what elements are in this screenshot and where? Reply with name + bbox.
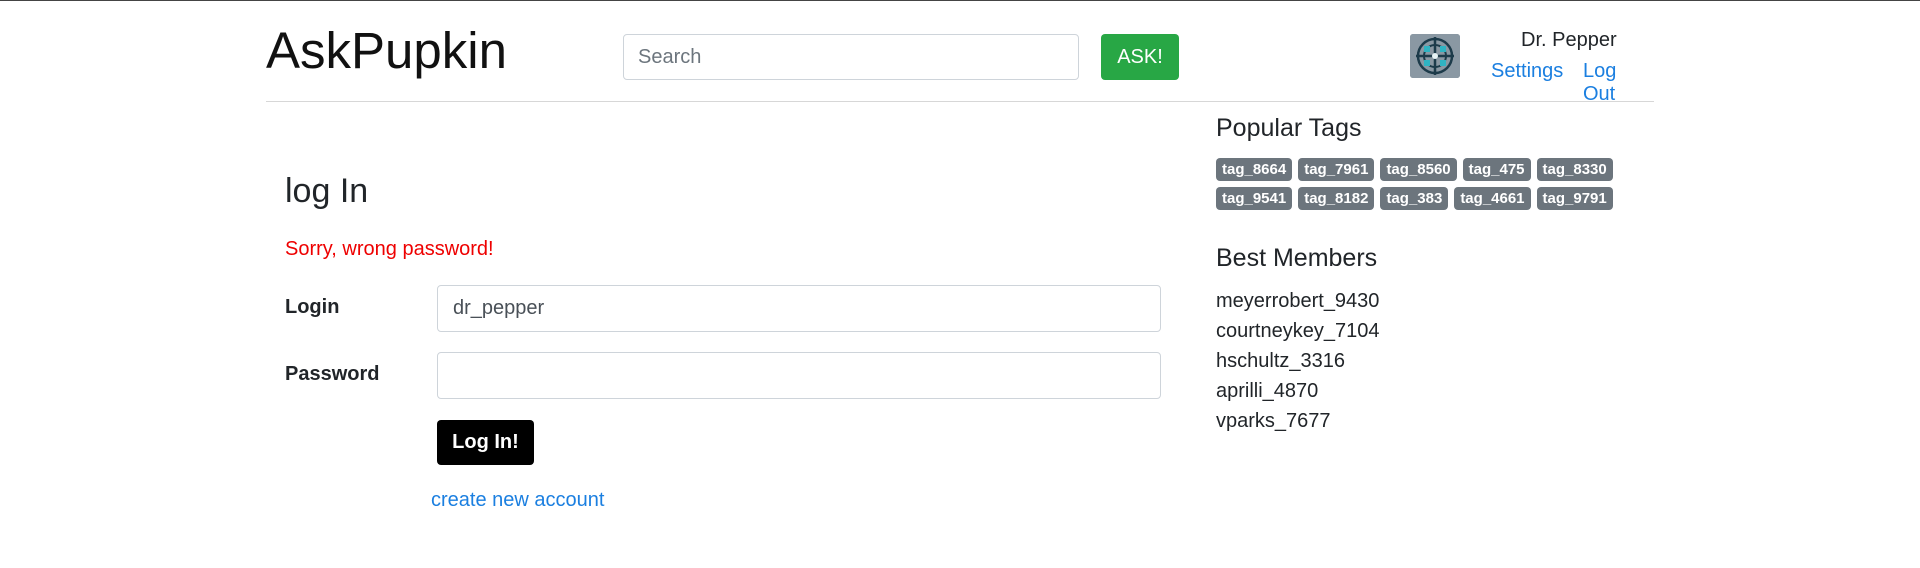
logout-link[interactable]: Log Out bbox=[1583, 60, 1654, 106]
tag-badge[interactable]: tag_475 bbox=[1462, 158, 1531, 181]
avatar-icon bbox=[1410, 34, 1460, 78]
error-message: Sorry, wrong password! bbox=[285, 238, 494, 260]
tag-badge[interactable]: tag_8560 bbox=[1380, 158, 1457, 181]
login-button[interactable]: Log In! bbox=[437, 420, 534, 465]
site-logo[interactable]: AskPupkin bbox=[266, 19, 507, 83]
tag-row: tag_8664 tag_7961 tag_8560 tag_475 tag_8… bbox=[1216, 158, 1636, 181]
tag-badge[interactable]: tag_4661 bbox=[1454, 187, 1531, 210]
page-title: log In bbox=[285, 172, 369, 210]
best-members-list: meyerrobert_9430 courtneykey_7104 hschul… bbox=[1216, 286, 1379, 436]
member-item[interactable]: hschultz_3316 bbox=[1216, 346, 1379, 376]
tag-badge[interactable]: tag_9791 bbox=[1536, 187, 1613, 210]
tag-badge[interactable]: tag_8664 bbox=[1216, 158, 1293, 181]
tag-badge[interactable]: tag_8182 bbox=[1298, 187, 1375, 210]
user-name: Dr. Pepper bbox=[1521, 29, 1617, 51]
member-item[interactable]: meyerrobert_9430 bbox=[1216, 286, 1379, 316]
avatar[interactable] bbox=[1410, 34, 1460, 78]
login-label: Login bbox=[285, 296, 340, 318]
tag-badge[interactable]: tag_383 bbox=[1380, 187, 1449, 210]
member-item[interactable]: courtneykey_7104 bbox=[1216, 316, 1379, 346]
tag-row: tag_9541 tag_8182 tag_383 tag_4661 tag_9… bbox=[1216, 187, 1636, 210]
tag-badge[interactable]: tag_8330 bbox=[1536, 158, 1613, 181]
ask-button[interactable]: ASK! bbox=[1101, 34, 1179, 80]
login-field[interactable] bbox=[437, 285, 1161, 332]
password-label: Password bbox=[285, 363, 380, 385]
search-input[interactable] bbox=[623, 34, 1079, 80]
password-field[interactable] bbox=[437, 352, 1161, 399]
tag-badge[interactable]: tag_7961 bbox=[1298, 158, 1375, 181]
popular-tags-title: Popular Tags bbox=[1216, 114, 1362, 142]
popular-tags: tag_8664 tag_7961 tag_8560 tag_475 tag_8… bbox=[1216, 158, 1636, 216]
header: AskPupkin ASK! Dr. Pepper Settings Log O… bbox=[266, 1, 1654, 105]
page: AskPupkin ASK! Dr. Pepper Settings Log O… bbox=[266, 0, 1654, 568]
member-item[interactable]: aprilli_4870 bbox=[1216, 376, 1379, 406]
tag-badge[interactable]: tag_9541 bbox=[1216, 187, 1293, 210]
best-members-title: Best Members bbox=[1216, 244, 1378, 272]
create-account-link[interactable]: create new account bbox=[431, 489, 604, 512]
member-item[interactable]: vparks_7677 bbox=[1216, 406, 1379, 436]
settings-link[interactable]: Settings bbox=[1491, 60, 1563, 83]
